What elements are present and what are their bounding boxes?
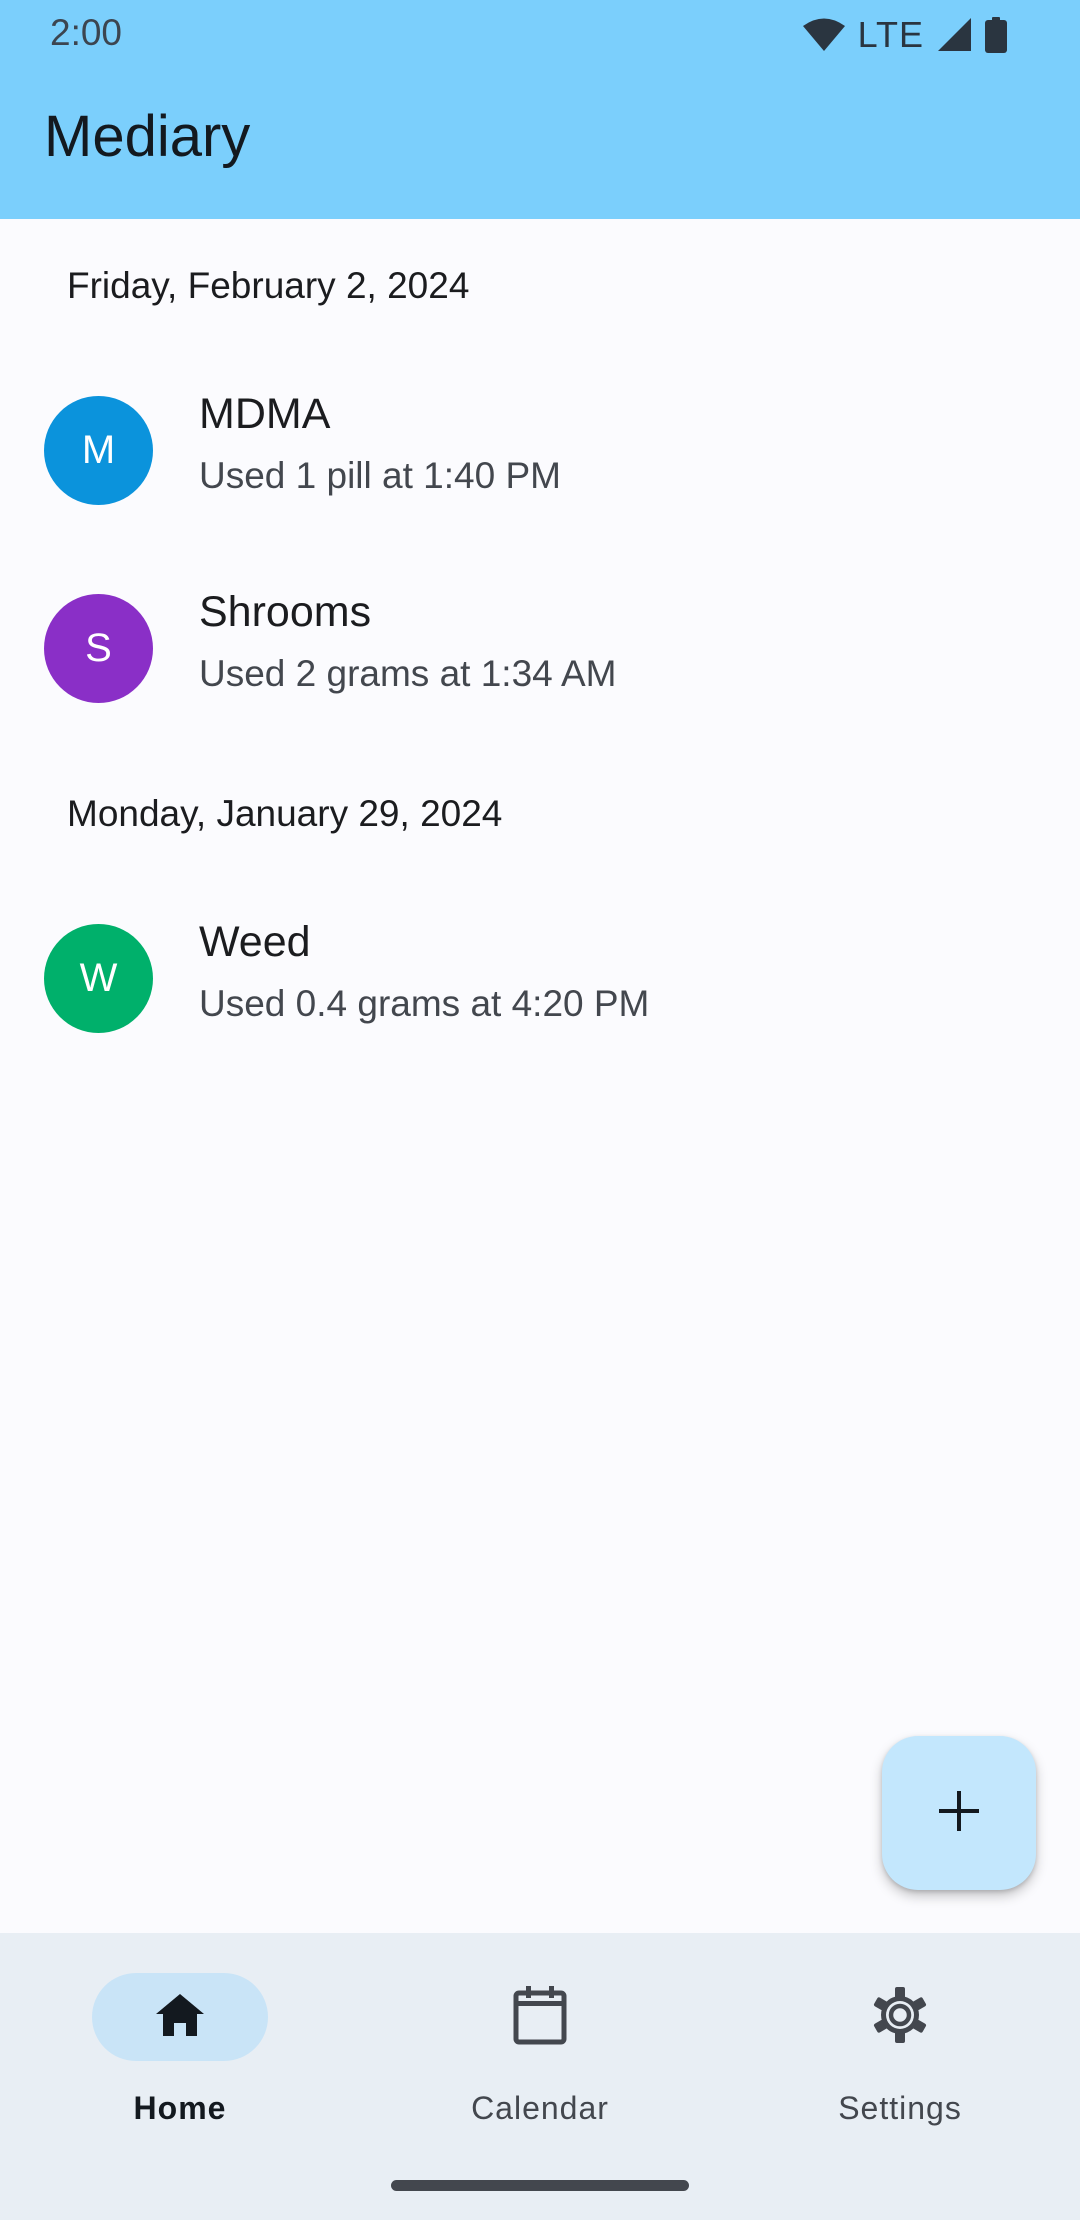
- entry-detail: Used 1 pill at 1:40 PM: [199, 455, 561, 496]
- nav-indicator: [452, 1973, 628, 2061]
- list-item[interactable]: S Shrooms Used 2 grams at 1:34 AM: [0, 558, 1080, 738]
- status-time: 2:00: [50, 12, 123, 53]
- network-type: LTE: [857, 14, 924, 55]
- page-title: Mediary: [44, 104, 251, 169]
- gesture-handle[interactable]: [391, 2180, 689, 2191]
- nav-label-home: Home: [133, 2090, 227, 2126]
- gear-icon: [871, 1986, 929, 2049]
- nav-item-home[interactable]: Home: [0, 1933, 360, 2153]
- nav-item-calendar[interactable]: Calendar: [360, 1933, 720, 2153]
- plus-icon: [937, 1789, 981, 1838]
- date-header: Monday, January 29, 2024: [67, 793, 503, 834]
- avatar: W: [44, 924, 153, 1033]
- list-item[interactable]: W Weed Used 0.4 grams at 4:20 PM: [0, 888, 1080, 1068]
- list-item[interactable]: M MDMA Used 1 pill at 1:40 PM: [0, 360, 1080, 540]
- home-icon: [154, 1992, 206, 2043]
- nav-indicator: [812, 1973, 988, 2061]
- cell-signal-icon: [936, 18, 972, 52]
- date-header: Friday, February 2, 2024: [67, 265, 470, 306]
- entry-title: Shrooms: [199, 588, 372, 636]
- bottom-navigation: Home Calendar Settings: [0, 1933, 1080, 2220]
- avatar: M: [44, 396, 153, 505]
- entry-title: MDMA: [199, 390, 331, 438]
- wifi-icon: [802, 18, 846, 52]
- nav-item-settings[interactable]: Settings: [720, 1933, 1080, 2153]
- entry-detail: Used 2 grams at 1:34 AM: [199, 653, 617, 694]
- nav-label-calendar: Calendar: [471, 2090, 609, 2126]
- status-icons: LTE: [802, 14, 1008, 56]
- entry-detail: Used 0.4 grams at 4:20 PM: [199, 983, 650, 1024]
- nav-indicator: [92, 1973, 268, 2061]
- battery-icon: [984, 17, 1008, 53]
- entry-title: Weed: [199, 918, 311, 966]
- app-bar: 2:00 LTE Mediary: [0, 0, 1080, 219]
- add-entry-button[interactable]: [882, 1736, 1036, 1890]
- avatar: S: [44, 594, 153, 703]
- nav-label-settings: Settings: [838, 2090, 962, 2126]
- calendar-icon: [512, 1985, 568, 2050]
